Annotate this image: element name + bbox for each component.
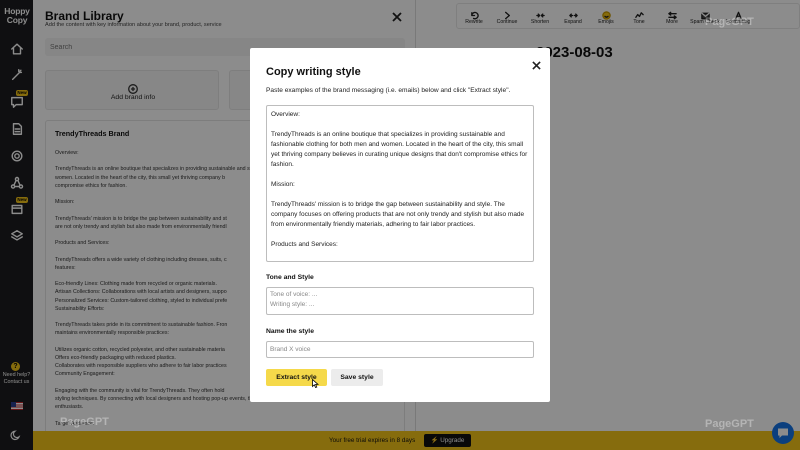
- watermark: PageGPT: [705, 16, 754, 28]
- close-icon[interactable]: [532, 57, 541, 70]
- modal-title: Copy writing style: [266, 66, 361, 78]
- mouse-cursor-icon: [312, 375, 320, 389]
- tone-style-label: Tone and Style: [266, 274, 314, 281]
- tone-style-textarea[interactable]: [266, 287, 534, 315]
- style-name-label: Name the style: [266, 328, 314, 335]
- watermark: PageGPT: [705, 418, 754, 430]
- brand-examples-textarea[interactable]: [266, 105, 534, 262]
- copy-writing-style-modal: Copy writing style Paste examples of the…: [250, 48, 550, 402]
- watermark: PageGPT: [60, 416, 109, 428]
- modal-instruction: Paste examples of the brand messaging (i…: [266, 87, 511, 94]
- style-name-input[interactable]: [266, 341, 534, 358]
- save-style-button[interactable]: Save style: [331, 369, 383, 386]
